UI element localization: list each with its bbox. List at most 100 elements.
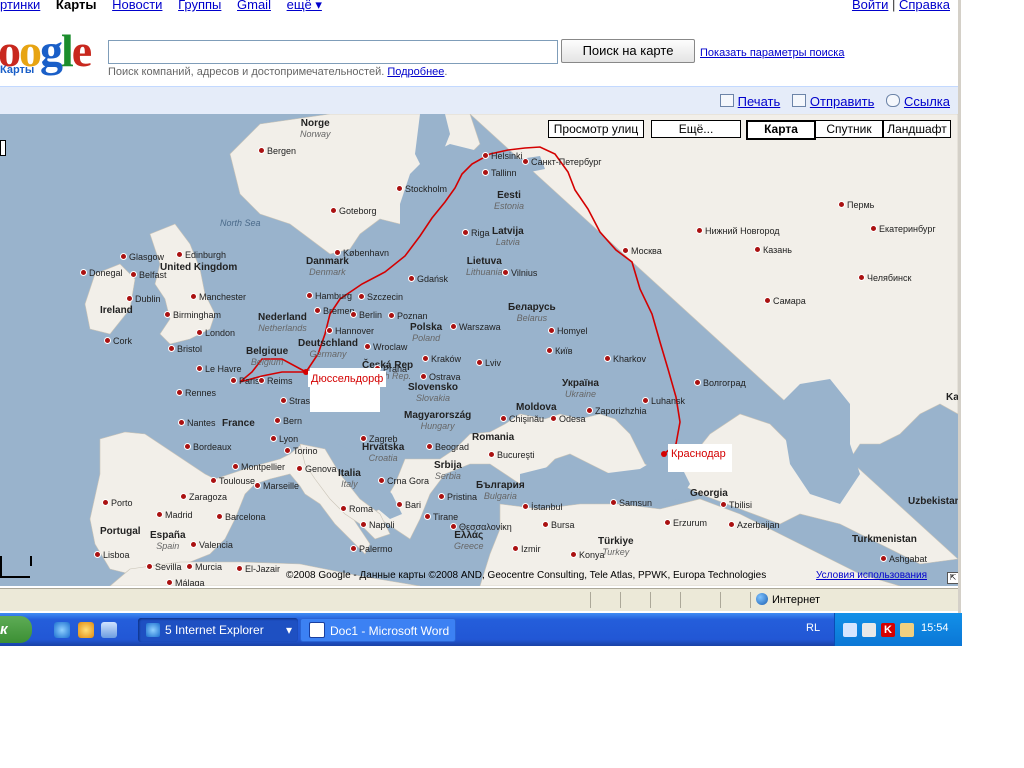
city-label[interactable]: Toulouse: [210, 476, 255, 486]
city-label[interactable]: Sevilla: [146, 562, 182, 572]
city-label[interactable]: London: [196, 328, 235, 338]
city-label[interactable]: Казань: [754, 245, 792, 255]
city-label[interactable]: Nantes: [178, 418, 216, 428]
city-label[interactable]: Gdańsk: [408, 274, 448, 284]
city-label[interactable]: Екатеринбург: [870, 224, 936, 234]
city-label[interactable]: Kraków: [422, 354, 461, 364]
city-label[interactable]: Barcelona: [216, 512, 266, 522]
city-label[interactable]: Θεσσαλονίκη: [450, 522, 512, 532]
city-label[interactable]: Pristina: [438, 492, 477, 502]
city-label[interactable]: Warszawa: [450, 322, 501, 332]
city-label[interactable]: Donegal: [80, 268, 123, 278]
zoom-control[interactable]: [0, 140, 6, 156]
search-input[interactable]: [108, 40, 558, 64]
city-label[interactable]: Cork: [104, 336, 132, 346]
city-label[interactable]: Zagreb: [360, 434, 398, 444]
city-label[interactable]: Birmingham: [164, 310, 221, 320]
terrain-mode-button[interactable]: Ландшафт: [883, 120, 951, 138]
start-button[interactable]: к: [0, 616, 32, 643]
city-label[interactable]: Le Havre: [196, 364, 242, 374]
city-label[interactable]: Roma: [340, 504, 373, 514]
nav-groups[interactable]: Группы: [178, 0, 221, 12]
city-label[interactable]: Crna Gora: [378, 476, 429, 486]
city-label[interactable]: Нижний Новгород: [696, 226, 780, 236]
nav-gmail[interactable]: Gmail: [237, 0, 271, 12]
city-label[interactable]: Bordeaux: [184, 442, 232, 452]
start-marker-label[interactable]: Дюссельдорф: [308, 371, 387, 387]
city-label[interactable]: Samsun: [610, 498, 652, 508]
city-label[interactable]: Porto: [102, 498, 133, 508]
city-label[interactable]: Montpellier: [232, 462, 285, 472]
city-label[interactable]: Erzurum: [664, 518, 707, 528]
city-label[interactable]: İstanbul: [522, 502, 563, 512]
city-label[interactable]: Azerbaijan: [728, 520, 780, 530]
city-label[interactable]: Marseille: [254, 481, 299, 491]
city-label[interactable]: Belfast: [130, 270, 167, 280]
city-label[interactable]: Lisboa: [94, 550, 130, 560]
map-canvas[interactable]: Norge Norway United Kingdom Ireland Danmark D…: [0, 114, 958, 586]
city-label[interactable]: Dublin: [126, 294, 161, 304]
city-label[interactable]: Ashgabat: [880, 554, 927, 564]
city-label[interactable]: Пермь: [838, 200, 874, 210]
city-label[interactable]: Rennes: [176, 388, 216, 398]
city-label[interactable]: Riga: [462, 228, 490, 238]
city-label[interactable]: Zaragoza: [180, 492, 227, 502]
city-label[interactable]: Homyel: [548, 326, 588, 336]
city-label[interactable]: Genova: [296, 464, 337, 474]
city-label[interactable]: Izmir: [512, 544, 541, 554]
city-label[interactable]: Челябинск: [858, 273, 911, 283]
city-label[interactable]: Bergen: [258, 146, 296, 156]
city-label[interactable]: Ostrava: [420, 372, 461, 382]
outlook-quicklaunch-icon[interactable]: [101, 622, 117, 638]
city-label[interactable]: Beograd: [426, 442, 469, 452]
city-label[interactable]: Санкт-Петербург: [522, 157, 602, 167]
media-player-quicklaunch-icon[interactable]: [78, 622, 94, 638]
city-label[interactable]: Київ: [546, 346, 573, 356]
satellite-mode-button[interactable]: Спутник: [815, 120, 883, 138]
city-label[interactable]: Murcia: [186, 562, 222, 572]
ie-quicklaunch-icon[interactable]: [54, 622, 70, 638]
learn-more-link[interactable]: Подробнее: [387, 66, 444, 78]
city-label[interactable]: Edinburgh: [176, 250, 226, 260]
send-link[interactable]: Отправить: [810, 94, 874, 109]
city-label[interactable]: Bucureşti: [488, 450, 535, 460]
city-label[interactable]: Stockholm: [396, 184, 447, 194]
city-label[interactable]: Madrid: [156, 510, 193, 520]
nav-images[interactable]: ртинки: [0, 0, 40, 12]
map-mode-button[interactable]: Карта: [746, 120, 816, 140]
taskbar-ie-group[interactable]: 5 Internet Explorer ▾: [138, 618, 298, 642]
end-marker-label[interactable]: Краснодар: [668, 446, 729, 462]
city-label[interactable]: Tbilisi: [720, 500, 752, 510]
language-indicator[interactable]: RL: [806, 622, 820, 634]
search-map-button[interactable]: Поиск на карте: [561, 39, 695, 63]
city-label[interactable]: Tirane: [424, 512, 458, 522]
city-label[interactable]: Helsinki: [482, 151, 523, 161]
volume-icon[interactable]: [900, 623, 914, 637]
city-label[interactable]: Manchester: [190, 292, 246, 302]
city-label[interactable]: Bristol: [168, 344, 202, 354]
print-link[interactable]: Печать: [738, 94, 781, 109]
city-label[interactable]: Berlin: [350, 310, 382, 320]
network-icon[interactable]: [843, 623, 857, 637]
city-label[interactable]: Napoli: [360, 520, 395, 530]
nav-more[interactable]: ещё ▾: [287, 0, 322, 12]
city-label[interactable]: Lviv: [476, 358, 501, 368]
antivirus-icon[interactable]: K: [881, 623, 895, 637]
city-label[interactable]: Волгоград: [694, 378, 746, 388]
city-label[interactable]: Goteborg: [330, 206, 377, 216]
city-label[interactable]: Reims: [258, 376, 293, 386]
show-search-options-link[interactable]: Показать параметры поиска: [700, 47, 844, 59]
city-label[interactable]: Zaporizhzhia: [586, 406, 647, 416]
city-label[interactable]: Hannover: [326, 326, 374, 336]
city-label[interactable]: Hamburg: [306, 291, 352, 301]
city-label[interactable]: Valencia: [190, 540, 233, 550]
city-label[interactable]: Málaga: [166, 578, 205, 586]
city-label[interactable]: Palermo: [350, 544, 393, 554]
city-label[interactable]: Paris: [230, 376, 260, 386]
city-label[interactable]: Wroclaw: [364, 342, 407, 352]
city-label[interactable]: Tallinn: [482, 168, 517, 178]
network2-icon[interactable]: [862, 623, 876, 637]
share-link[interactable]: Ссылка: [904, 94, 950, 109]
help-link[interactable]: Справка: [899, 0, 950, 12]
city-label[interactable]: Bern: [274, 416, 302, 426]
